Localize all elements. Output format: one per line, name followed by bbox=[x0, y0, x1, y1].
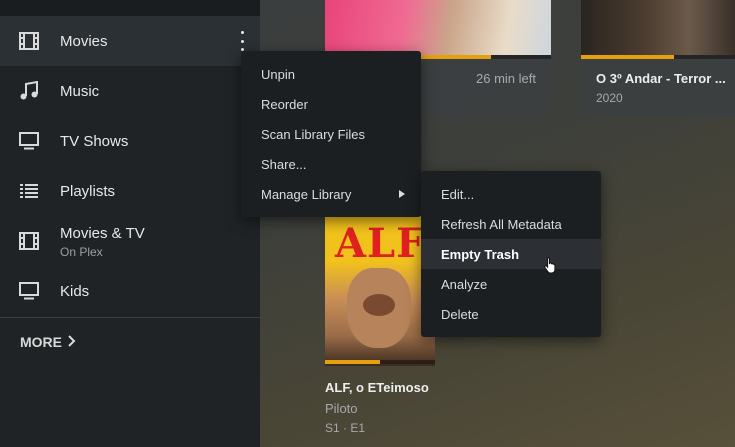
card2-title[interactable]: O 3º Andar - Terror ... bbox=[596, 71, 726, 86]
sidebar-item-label: Movies & TV bbox=[60, 225, 145, 242]
sidebar-item-label: Playlists bbox=[60, 182, 116, 200]
sidebar-divider bbox=[0, 317, 260, 318]
card2-poster[interactable] bbox=[581, 0, 735, 55]
menu-item-analyze[interactable]: Analyze bbox=[421, 269, 601, 299]
music-note-icon bbox=[18, 80, 40, 102]
menu-item-empty-trash[interactable]: Empty Trash bbox=[421, 239, 601, 269]
sidebar-item-music[interactable]: Music bbox=[0, 66, 260, 116]
card3-title[interactable]: ALF, o ETeimoso bbox=[325, 380, 429, 395]
card3-subtitle: Piloto bbox=[325, 401, 358, 416]
menu-item-share[interactable]: Share... bbox=[241, 149, 421, 179]
card1-poster[interactable] bbox=[325, 0, 551, 55]
sidebar: Movies Music TV Shows Playlists Movies &… bbox=[0, 0, 260, 447]
menu-item-unpin[interactable]: Unpin bbox=[241, 59, 421, 89]
more-button[interactable]: MORE bbox=[20, 334, 76, 350]
sidebar-item-kids[interactable]: Kids bbox=[0, 266, 260, 316]
menu-item-manage-library-label: Manage Library bbox=[261, 186, 352, 202]
sidebar-item-label: TV Shows bbox=[60, 132, 129, 150]
film-icon bbox=[18, 30, 40, 52]
menu-item-reorder[interactable]: Reorder bbox=[241, 89, 421, 119]
alf-nose-image bbox=[363, 294, 395, 316]
menu-item-delete[interactable]: Delete bbox=[421, 299, 601, 329]
menu-item-scan-library-files[interactable]: Scan Library Files bbox=[241, 119, 421, 149]
card3-episode: S1 · E1 bbox=[325, 421, 366, 435]
sidebar-item-movies-and-tv[interactable]: Movies & TV On Plex bbox=[0, 216, 260, 266]
chevron-right-icon bbox=[68, 334, 76, 350]
list-icon bbox=[18, 180, 40, 202]
sidebar-item-label: Music bbox=[60, 82, 100, 100]
sidebar-item-playlists[interactable]: Playlists bbox=[0, 166, 260, 216]
more-options-icon[interactable] bbox=[236, 31, 248, 51]
menu-item-refresh-all-metadata[interactable]: Refresh All Metadata bbox=[421, 209, 601, 239]
sidebar-item-tv-shows[interactable]: TV Shows bbox=[0, 116, 260, 166]
library-context-menu: Unpin Reorder Scan Library Files Share..… bbox=[241, 51, 421, 217]
sidebar-item-label: Kids bbox=[60, 282, 90, 300]
film-icon bbox=[18, 230, 40, 252]
sidebar-top bbox=[0, 0, 260, 16]
more-label: MORE bbox=[20, 334, 62, 350]
manage-library-submenu: Edit... Refresh All Metadata Empty Trash… bbox=[421, 171, 601, 337]
menu-item-manage-library[interactable]: Manage Library bbox=[241, 179, 421, 209]
card3-poster-logo: ALF bbox=[335, 220, 426, 267]
sidebar-item-movies[interactable]: Movies bbox=[0, 16, 260, 66]
caret-right-icon bbox=[399, 190, 405, 198]
menu-item-edit[interactable]: Edit... bbox=[421, 179, 601, 209]
card2-info: O 3º Andar - Terror ... 2020 bbox=[581, 55, 735, 117]
card1-time-left: 26 min left bbox=[476, 71, 536, 86]
monitor-icon bbox=[18, 280, 40, 302]
card3-poster[interactable]: ALF bbox=[325, 216, 435, 366]
card2-year: 2020 bbox=[596, 91, 623, 105]
monitor-icon bbox=[18, 130, 40, 152]
sidebar-item-label: Movies bbox=[60, 32, 108, 50]
card3-progress-bar bbox=[325, 360, 380, 364]
sidebar-item-sublabel: On Plex bbox=[60, 245, 103, 259]
card2-progress-bar bbox=[581, 55, 674, 59]
hand-pointer-cursor-icon bbox=[543, 256, 559, 279]
